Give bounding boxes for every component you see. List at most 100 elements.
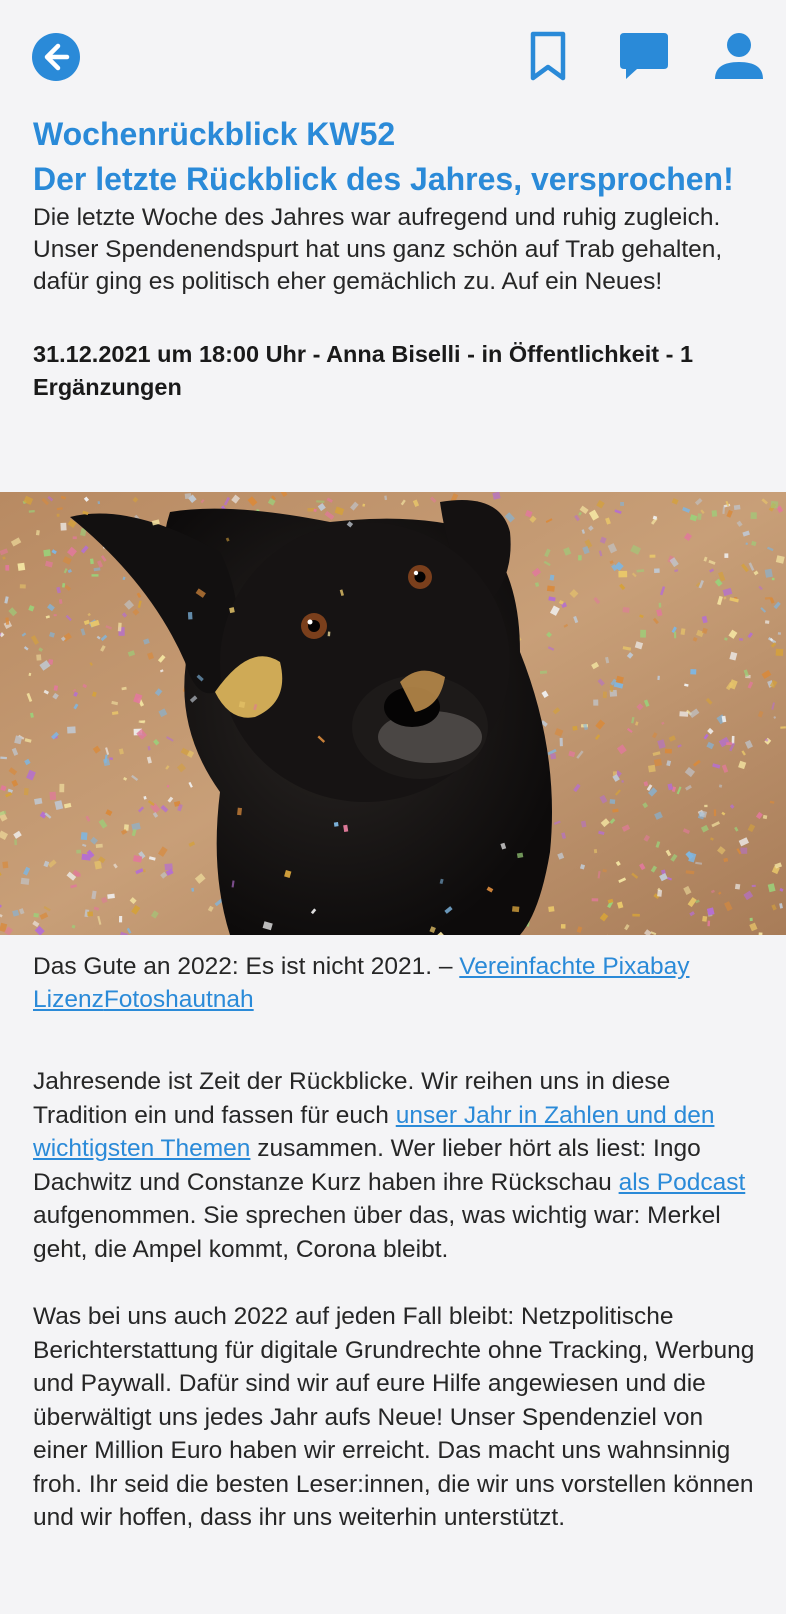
- confetti-piece: [36, 654, 42, 661]
- photographer-link[interactable]: Fotoshautnah: [104, 986, 254, 1013]
- confetti-piece: [713, 809, 717, 817]
- confetti-piece: [117, 622, 122, 632]
- confetti-piece: [95, 843, 103, 848]
- chat-bubble-icon: [620, 33, 668, 79]
- confetti-piece: [674, 631, 677, 639]
- confetti-piece: [764, 620, 770, 624]
- confetti-piece: [632, 913, 640, 917]
- confetti-piece: [690, 669, 697, 675]
- confetti-piece: [549, 574, 555, 581]
- confetti-piece: [621, 780, 624, 783]
- article-meta: 31.12.2021 um 18:00 Uhr - Anna Biselli -…: [33, 338, 755, 404]
- confetti-piece: [91, 574, 99, 577]
- confetti-piece: [740, 847, 748, 854]
- confetti-piece: [89, 558, 94, 565]
- account-button[interactable]: [712, 30, 766, 82]
- caption-text: Das Gute an 2022: Es ist nicht 2021. –: [33, 953, 460, 980]
- article-body: Das Gute an 2022: Es ist nicht 2021. – V…: [33, 950, 758, 1535]
- meta-category[interactable]: Öffentlichkeit: [509, 341, 659, 367]
- confetti-piece: [679, 711, 689, 717]
- confetti-piece: [76, 849, 82, 854]
- confetti-piece: [758, 932, 763, 935]
- arrow-left-circle-icon: [32, 33, 80, 81]
- confetti-piece: [780, 726, 786, 729]
- confetti-piece: [657, 675, 660, 681]
- confetti-piece: [702, 915, 708, 922]
- confetti-piece: [738, 638, 743, 641]
- meta-time-separator: um: [157, 341, 193, 367]
- confetti-piece: [591, 898, 599, 902]
- article-header: Wochenrückblick KW52 Der letzte Rückblic…: [33, 112, 755, 404]
- confetti-piece: [35, 530, 40, 536]
- top-toolbar: [0, 0, 786, 112]
- back-button[interactable]: [30, 31, 82, 83]
- podcast-link[interactable]: als Podcast: [619, 1169, 746, 1196]
- comments-button[interactable]: [617, 30, 671, 82]
- article-kicker: Wochenrückblick KW52: [33, 116, 396, 152]
- confetti-piece: [578, 555, 582, 561]
- confetti-piece: [658, 602, 662, 608]
- confetti-piece: [731, 735, 735, 744]
- bookmark-button[interactable]: [526, 30, 570, 82]
- confetti-piece: [539, 670, 548, 674]
- confetti-piece: [745, 542, 748, 545]
- confetti-piece: [609, 799, 616, 805]
- confetti-piece: [734, 883, 741, 890]
- confetti-piece: [184, 493, 192, 500]
- confetti-piece: [647, 764, 656, 773]
- person-icon: [715, 33, 763, 79]
- confetti-piece: [14, 839, 17, 846]
- confetti-piece: [49, 791, 57, 801]
- confetti-piece: [620, 502, 624, 506]
- confetti-piece: [143, 869, 146, 873]
- confetti-piece: [548, 906, 555, 913]
- confetti-piece: [593, 848, 598, 854]
- confetti-piece: [87, 911, 93, 917]
- confetti-piece: [187, 612, 193, 620]
- confetti-piece: [5, 565, 10, 571]
- confetti-piece: [718, 784, 723, 788]
- confetti-piece: [60, 522, 67, 531]
- confetti-piece: [53, 614, 57, 617]
- confetti-piece: [622, 607, 630, 613]
- confetti-piece: [33, 912, 39, 918]
- confetti-piece: [733, 504, 741, 510]
- meta-time: 18:00 Uhr: [198, 341, 307, 367]
- confetti-piece: [770, 500, 779, 509]
- confetti-piece: [572, 725, 578, 731]
- confetti-piece: [653, 758, 662, 767]
- article-title: Der letzte Rückblick des Jahres, verspro…: [33, 161, 734, 197]
- confetti-piece: [749, 917, 753, 922]
- article-lead: Die letzte Woche des Jahres war aufregen…: [33, 204, 723, 295]
- meta-author[interactable]: Anna Biselli: [326, 341, 461, 367]
- confetti-piece: [511, 906, 520, 913]
- confetti-piece: [559, 737, 563, 747]
- confetti-piece: [649, 554, 656, 558]
- confetti-piece: [704, 804, 708, 808]
- confetti-piece: [17, 562, 26, 571]
- confetti-piece: [550, 753, 557, 760]
- article-hero-image: [0, 492, 786, 935]
- confetti-piece: [618, 570, 628, 578]
- bookmark-icon: [530, 31, 566, 81]
- confetti-piece: [72, 536, 77, 540]
- confetti-piece: [726, 742, 732, 746]
- meta-in-label: in: [481, 341, 503, 367]
- confetti-piece: [0, 756, 7, 760]
- confetti-piece: [654, 568, 660, 573]
- confetti-piece: [56, 513, 60, 517]
- meta-separator: -: [665, 341, 674, 367]
- body-paragraph-1: Jahresende ist Zeit der Rückblicke. Wir …: [33, 1065, 758, 1266]
- confetti-piece: [657, 889, 663, 897]
- meta-comments-count[interactable]: 1: [680, 341, 693, 367]
- confetti-piece: [237, 807, 242, 816]
- meta-comments-label[interactable]: Ergänzungen: [33, 374, 182, 400]
- confetti-piece: [2, 861, 9, 869]
- confetti-piece: [238, 701, 246, 708]
- confetti-piece: [59, 783, 65, 793]
- meta-separator: -: [312, 341, 321, 367]
- confetti-piece: [593, 699, 599, 706]
- image-caption: Das Gute an 2022: Es ist nicht 2021. – V…: [33, 950, 758, 1016]
- confetti-piece: [107, 893, 115, 899]
- confetti-piece: [697, 513, 702, 520]
